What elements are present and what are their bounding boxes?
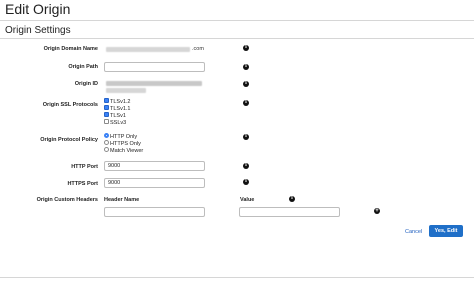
redacted-domain-value [106,47,190,52]
origin-domain-name-field[interactable]: .com [104,44,206,54]
https-port-input[interactable]: 9000 [104,178,205,188]
ssl-option-sslv3[interactable]: SSLv3 [104,119,130,127]
origin-id-label: Origin ID [74,81,98,87]
header-value-input[interactable] [239,207,340,217]
info-icon[interactable]: i [243,81,249,87]
origin-path-input[interactable] [104,62,205,72]
checkbox[interactable] [104,119,109,125]
origin-ssl-protocols-label: Origin SSL Protocols [42,102,98,108]
redacted-origin-id-line-1 [106,81,202,86]
origin-protocol-policy-label: Origin Protocol Policy [40,137,98,143]
ssl-protocols-group: TLSv1.2 TLSv1.1 TLSv1 SSLv3 [104,98,130,127]
origin-path-label: Origin Path [68,64,98,70]
info-icon[interactable]: i [243,64,249,70]
http-port-label: HTTP Port [71,164,98,170]
info-icon[interactable]: i [243,179,249,185]
redacted-origin-id-line-2 [106,88,146,93]
radio-button[interactable] [104,147,109,153]
radio-button[interactable] [104,140,109,146]
info-icon[interactable]: i [243,163,249,169]
origin-custom-headers-label: Origin Custom Headers [36,197,98,203]
policy-option-https-only[interactable]: HTTPS Only [104,140,143,148]
https-port-label: HTTPS Port [67,181,98,187]
yes-edit-button[interactable]: Yes, Edit [429,225,463,237]
origin-domain-suffix: .com [192,46,204,52]
protocol-policy-group: HTTP Only HTTPS Only Match Viewer [104,133,143,155]
section-divider [0,38,474,39]
policy-option-match-viewer[interactable]: Match Viewer [104,147,143,155]
policy-option-http-only[interactable]: HTTP Only [104,133,143,141]
radio-button[interactable] [104,133,109,139]
value-column-heading: Value [240,197,255,203]
page-title: Edit Origin [5,1,71,17]
http-port-input[interactable]: 9000 [104,161,205,171]
footer-divider [0,277,474,278]
header-name-column-heading: Header Name [104,197,140,203]
plus-circle-icon[interactable]: + [374,208,380,214]
info-icon[interactable]: i [243,100,249,106]
cancel-button[interactable]: Cancel [405,229,422,235]
checkbox[interactable] [104,105,109,111]
section-title: Origin Settings [5,25,71,36]
origin-domain-name-label: Origin Domain Name [43,46,98,52]
info-icon[interactable]: i [243,45,249,51]
info-icon[interactable]: i [289,196,295,202]
checkbox[interactable] [104,98,109,104]
header-name-input[interactable] [104,207,205,217]
checkbox[interactable] [104,112,109,118]
title-divider [0,20,474,21]
info-icon[interactable]: i [243,134,249,140]
